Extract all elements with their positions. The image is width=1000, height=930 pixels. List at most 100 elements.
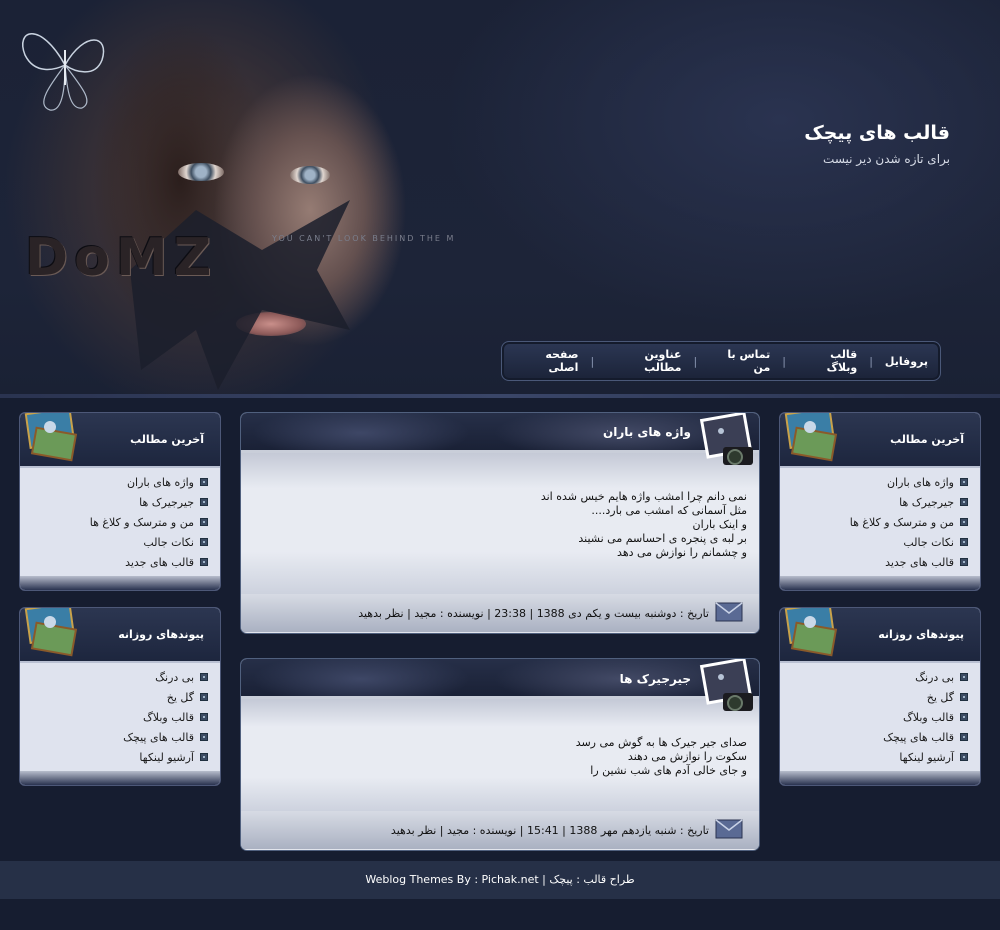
right-latest-posts-box: آخرین مطالب واژه های باران جیرجیرک ها من… [779,412,981,591]
nav-post-titles[interactable]: عناوین مطالب [594,348,693,374]
post-author[interactable]: نویسنده : مجید [447,824,516,837]
post-header: واژه های باران [241,413,759,465]
link-label[interactable]: قالب وبلاگ [903,711,954,724]
bullet-icon [960,478,968,486]
link-label[interactable]: نکات جالب [903,536,954,549]
site-title[interactable]: قالب های پیچک [804,122,950,144]
sidebar-link[interactable]: بی درنگ [20,667,220,687]
link-label[interactable]: جیرجیرک ها [899,496,954,509]
header-divider [0,394,1000,398]
footer-credit[interactable]: طراح قالب : پیچک | Weblog Themes By : Pi… [365,873,634,886]
box-title: پیوندهای روزانه [118,628,204,641]
header-banner: DoMZ YOU CAN'T LOOK BEHIND THE M قالب ها… [0,0,1000,398]
box-footer [20,771,220,785]
nav-profile[interactable]: پروفایل [873,355,940,368]
post-time: 15:41 [526,824,559,837]
sidebar-link[interactable]: واژه های باران [780,472,980,492]
link-label[interactable]: من و مترسک و کلاغ ها [850,516,954,529]
sidebar-link[interactable]: من و مترسک و کلاغ ها [20,512,220,532]
post-line: و چشمانم را نوازش می دهد [617,546,747,559]
box-links: بی درنگ گل یخ قالب وبلاگ قالب های پیچک آ… [20,663,220,771]
film-reel-icon [784,608,838,657]
post-comment-link[interactable]: نظر بدهید [358,607,403,620]
post-date: تاریخ : دوشنبه بیست و یکم دی 1388 [536,607,709,620]
sidebar-link[interactable]: قالب های پیچک [780,727,980,747]
post-time: 23:38 [494,607,526,620]
link-label[interactable]: قالب های پیچک [883,731,954,744]
link-label[interactable]: قالب های جدید [885,556,954,569]
mail-icon [715,819,743,839]
link-label[interactable]: واژه های باران [127,476,194,489]
link-label[interactable]: آرشیو لینکها [899,751,954,764]
site-description: برای تازه شدن دیر نیست [823,152,950,166]
link-label[interactable]: بی درنگ [155,671,194,684]
link-label[interactable]: آرشیو لینکها [139,751,194,764]
post-author[interactable]: نویسنده : مجید [414,607,483,620]
box-title: آخرین مطالب [130,433,204,446]
bullet-icon [200,498,208,506]
sidebar-link[interactable]: من و مترسک و کلاغ ها [780,512,980,532]
nav-contact[interactable]: تماس با من [697,348,782,374]
bullet-icon [200,713,208,721]
post-meta: تاریخ : شنبه یازدهم مهر 1388 | 15:41 | ن… [390,824,709,837]
link-label[interactable]: نکات جالب [143,536,194,549]
link-label[interactable]: قالب وبلاگ [143,711,194,724]
post-line: نمی دانم چرا امشب واژه هایم خیس شده اند [540,490,747,503]
sidebar-link[interactable]: قالب های جدید [20,552,220,572]
sidebar-link[interactable]: نکات جالب [20,532,220,552]
sidebar-link[interactable]: جیرجیرک ها [780,492,980,512]
post-title[interactable]: واژه های باران [603,425,691,439]
box-links: واژه های باران جیرجیرک ها من و مترسک و ک… [780,468,980,576]
bullet-icon [960,693,968,701]
box-footer [780,771,980,785]
bullet-icon [200,538,208,546]
sidebar-link[interactable]: آرشیو لینکها [780,747,980,767]
bullet-icon [200,558,208,566]
post-meta: تاریخ : دوشنبه بیست و یکم دی 1388 | 23:3… [358,607,709,620]
box-header: آخرین مطالب [780,413,980,468]
sidebar-link[interactable]: آرشیو لینکها [20,747,220,767]
bullet-icon [200,673,208,681]
left-latest-posts-box: آخرین مطالب واژه های باران جیرجیرک ها من… [19,412,221,591]
banner-eye-left [178,163,224,181]
nav-blog-theme[interactable]: قالب وبلاگ [786,348,869,374]
sidebar-link[interactable]: گل یخ [20,687,220,707]
sidebar-link[interactable]: قالب وبلاگ [20,707,220,727]
link-label[interactable]: واژه های باران [887,476,954,489]
right-daily-links-box: پیوندهای روزانه بی درنگ گل یخ قالب وبلاگ… [779,607,981,786]
post-card: جیرجیرک ها صدای جیر جیرک ها به گوش می رس… [240,658,760,851]
film-reel-icon [24,413,78,462]
post-line: بر لبه ی پنجره ی احساسم می نشیند [578,532,747,545]
film-reel-icon [784,413,838,462]
sidebar-link[interactable]: بی درنگ [780,667,980,687]
nav-separator: | [782,354,786,368]
banner-eye-right [290,166,330,184]
link-label[interactable]: بی درنگ [915,671,954,684]
post-content: نمی دانم چرا امشب واژه هایم خیس شده اند … [241,453,759,594]
bullet-icon [200,753,208,761]
link-label[interactable]: من و مترسک و کلاغ ها [90,516,194,529]
link-label[interactable]: قالب های جدید [125,556,194,569]
sidebar-link[interactable]: نکات جالب [780,532,980,552]
nav-separator: | [869,354,873,368]
link-label[interactable]: گل یخ [167,691,194,704]
post-comment-link[interactable]: نظر بدهید [391,824,436,837]
post-card: واژه های باران نمی دانم چرا امشب واژه ها… [240,412,760,634]
box-footer [780,576,980,590]
bullet-icon [960,713,968,721]
link-label[interactable]: قالب های پیچک [123,731,194,744]
sidebar-link[interactable]: قالب وبلاگ [780,707,980,727]
link-label[interactable]: جیرجیرک ها [139,496,194,509]
nav-home[interactable]: صفحه اصلی [502,348,590,374]
sidebar-link[interactable]: جیرجیرک ها [20,492,220,512]
bullet-icon [960,498,968,506]
sidebar-link[interactable]: واژه های باران [20,472,220,492]
post-line: مثل آسمانی که امشب می بارد.... [591,504,747,517]
bullet-icon [200,478,208,486]
mail-icon [715,602,743,622]
sidebar-link[interactable]: قالب های پیچک [20,727,220,747]
sidebar-link[interactable]: گل یخ [780,687,980,707]
link-label[interactable]: گل یخ [927,691,954,704]
post-title[interactable]: جیرجیرک ها [620,672,691,686]
sidebar-link[interactable]: قالب های جدید [780,552,980,572]
